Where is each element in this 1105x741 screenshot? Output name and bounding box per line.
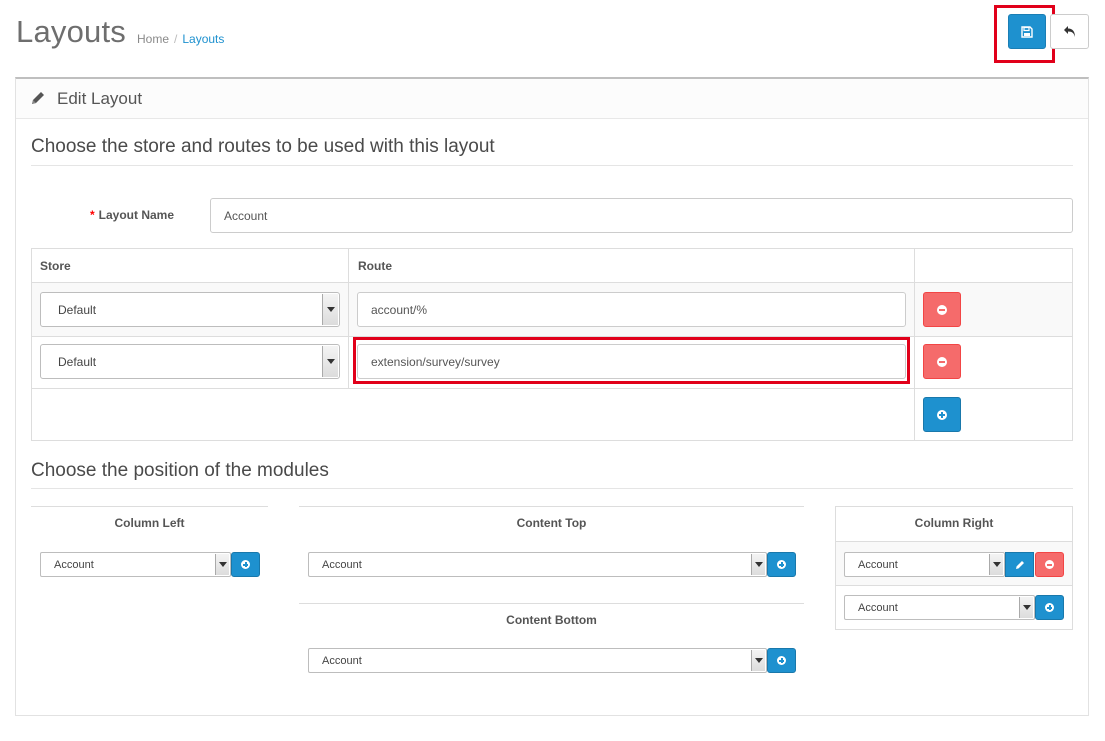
content-top-heading: Content Top xyxy=(516,516,587,530)
column-right-select[interactable]: Account xyxy=(844,595,1035,620)
remove-module-button[interactable] xyxy=(1035,552,1064,577)
panel-heading xyxy=(16,79,1088,119)
pencil-icon xyxy=(31,91,45,110)
plus-circle-icon xyxy=(937,409,947,420)
select-value: Account xyxy=(54,558,94,571)
minus-circle-icon xyxy=(937,304,947,315)
table-divider xyxy=(32,388,1072,389)
page-title: Layouts xyxy=(16,14,126,49)
plus-circle-icon xyxy=(777,560,786,569)
panel-title: Edit Layout xyxy=(57,89,143,108)
routes-legend: Choose the store and routes to be used w… xyxy=(31,136,495,157)
remove-route-button[interactable] xyxy=(923,344,961,379)
content-bottom-select[interactable]: Account xyxy=(308,648,767,673)
store-select-value: Default xyxy=(58,354,97,369)
breadcrumb: Home / Layouts xyxy=(137,32,224,46)
add-module-button[interactable] xyxy=(767,552,796,577)
back-button[interactable] xyxy=(1050,14,1089,49)
chevron-down-icon xyxy=(751,650,765,671)
required-asterisk: * xyxy=(90,208,95,222)
store-select[interactable]: Default xyxy=(40,292,340,327)
table-divider xyxy=(836,585,1072,586)
column-right-module-select[interactable]: Account xyxy=(844,552,1005,577)
store-select-value: Default xyxy=(58,302,97,317)
remove-route-button[interactable] xyxy=(923,292,961,327)
minus-circle-icon xyxy=(1045,560,1054,569)
select-value: Account xyxy=(858,601,898,614)
breadcrumb-separator: / xyxy=(174,32,178,46)
chevron-down-icon xyxy=(322,294,338,325)
add-module-button[interactable] xyxy=(1035,595,1064,620)
chevron-down-icon xyxy=(215,554,229,575)
column-left-border xyxy=(31,506,268,507)
breadcrumb-layouts[interactable]: Layouts xyxy=(182,32,224,46)
layout-name-input[interactable]: Account xyxy=(210,198,1073,233)
route-input-highlight xyxy=(353,337,910,384)
modules-legend: Choose the position of the modules xyxy=(31,460,329,481)
add-module-button[interactable] xyxy=(231,552,260,577)
reply-arrow-icon xyxy=(1063,26,1075,37)
column-left-select[interactable]: Account xyxy=(40,552,231,577)
table-divider xyxy=(914,283,915,440)
chevron-down-icon xyxy=(751,554,765,575)
column-header-store: Store xyxy=(40,259,71,273)
chevron-down-icon xyxy=(989,554,1003,575)
layout-name-label: * Layout Name xyxy=(90,208,175,222)
content-bottom-border xyxy=(299,603,804,604)
select-value: Account xyxy=(858,558,898,571)
save-button-highlight xyxy=(994,5,1055,63)
column-header-route: Route xyxy=(358,259,392,273)
minus-circle-icon xyxy=(937,356,947,367)
select-value: Account xyxy=(322,654,362,667)
content-top-select[interactable]: Account xyxy=(308,552,767,577)
content-bottom-heading: Content Bottom xyxy=(506,613,597,627)
legend-divider xyxy=(31,165,1073,166)
legend-divider xyxy=(31,488,1073,489)
column-right-heading: Column Right xyxy=(914,516,994,530)
plus-circle-icon xyxy=(241,560,250,569)
edit-module-button[interactable] xyxy=(1005,552,1034,577)
pencil-icon xyxy=(1015,560,1024,569)
add-module-button[interactable] xyxy=(767,648,796,673)
add-route-button[interactable] xyxy=(923,397,961,432)
plus-circle-icon xyxy=(777,656,786,665)
route-input[interactable]: account/% xyxy=(357,292,906,327)
select-value: Account xyxy=(322,558,362,571)
plus-circle-icon xyxy=(1045,603,1054,612)
column-left-heading: Column Left xyxy=(114,516,185,530)
content-top-border xyxy=(299,506,804,507)
chevron-down-icon xyxy=(1019,597,1033,618)
store-select[interactable]: Default xyxy=(40,344,340,379)
breadcrumb-home[interactable]: Home xyxy=(137,32,169,46)
chevron-down-icon xyxy=(322,346,338,377)
